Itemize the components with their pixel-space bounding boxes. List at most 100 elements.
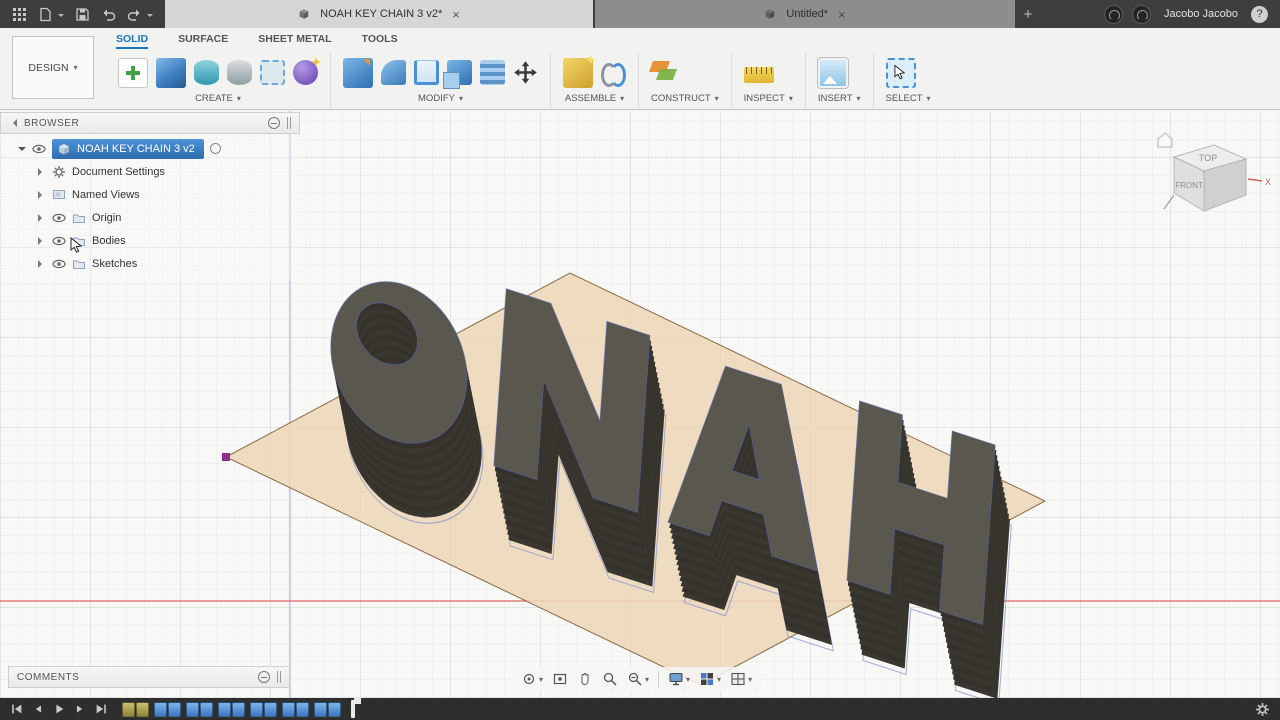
tree-row-root[interactable]: NOAH KEY CHAIN 3 v2 — [0, 137, 300, 160]
timeline-feature-extrude-icon[interactable] — [264, 701, 277, 717]
group-create-label[interactable]: CREATE ▾ — [118, 92, 318, 107]
panel-grip-icon[interactable] — [287, 117, 291, 129]
tab-solid[interactable]: SOLID — [116, 33, 149, 49]
collapse-panel-icon[interactable] — [9, 119, 17, 127]
redo-icon[interactable] — [127, 7, 142, 22]
redo-menu-caret-icon[interactable] — [147, 14, 153, 20]
root-component-pill[interactable]: NOAH KEY CHAIN 3 v2 — [52, 138, 204, 159]
job-status-icon[interactable] — [1104, 4, 1123, 24]
timeline-feature-extrude-icon[interactable] — [218, 701, 231, 717]
tab-close-icon[interactable]: × — [838, 7, 846, 22]
sketch-origin-point[interactable] — [222, 453, 230, 461]
tree-row-document-settings[interactable]: Document Settings — [0, 160, 300, 183]
timeline-feature-extrude-icon[interactable] — [328, 701, 341, 717]
create-cylinder-icon[interactable] — [194, 60, 219, 85]
file-menu-caret-icon[interactable] — [58, 14, 64, 20]
document-tab-active[interactable]: NOAH KEY CHAIN 3 v2* × — [165, 0, 593, 28]
offset-face-icon[interactable] — [480, 60, 505, 85]
group-select-label[interactable]: SELECT ▾ — [886, 92, 931, 107]
create-coil-icon[interactable] — [227, 60, 252, 85]
timeline-position-marker[interactable] — [351, 698, 361, 718]
pan-button[interactable] — [574, 669, 596, 689]
skip-to-end-button[interactable] — [94, 702, 108, 716]
new-component-icon[interactable] — [563, 57, 593, 88]
tab-surface[interactable]: SURFACE — [178, 33, 228, 49]
home-icon[interactable] — [1157, 132, 1173, 148]
timeline-feature-sketch-icon[interactable] — [122, 701, 135, 717]
timeline-feature-extrude-icon[interactable] — [282, 701, 295, 717]
zoom-button[interactable]: ▾ — [624, 669, 652, 689]
combine-icon[interactable] — [443, 60, 472, 89]
group-construct-label[interactable]: CONSTRUCT ▾ — [651, 92, 719, 107]
timeline-feature-extrude-icon[interactable] — [232, 701, 245, 717]
orbit-button[interactable]: ▾ — [518, 669, 546, 689]
tree-row-sketches[interactable]: Sketches — [0, 252, 300, 275]
3d-viewport[interactable]: TOP FRONT X BROWSER NOAH KEY CHAIN 3 v2 … — [0, 111, 1280, 698]
visibility-eye-icon[interactable] — [32, 142, 46, 156]
timeline-feature-extrude-icon[interactable] — [296, 701, 309, 717]
zoom-window-button[interactable] — [599, 669, 621, 689]
user-name[interactable]: Jacobo Jacobo — [1160, 8, 1242, 20]
notifications-icon[interactable] — [1132, 4, 1151, 24]
group-modify-label[interactable]: MODIFY ▾ — [343, 92, 538, 107]
timeline-feature-sketch-icon[interactable] — [136, 701, 149, 717]
tree-row-bodies[interactable]: Bodies — [0, 229, 300, 252]
grid-snaps-button[interactable]: ▾ — [696, 669, 724, 689]
tab-sheet-metal[interactable]: SHEET METAL — [258, 33, 331, 49]
tree-row-named-views[interactable]: Named Views — [0, 183, 300, 206]
timeline-feature-extrude-icon[interactable] — [200, 701, 213, 717]
timeline-feature-extrude-icon[interactable] — [186, 701, 199, 717]
tab-tools[interactable]: TOOLS — [362, 33, 398, 49]
viewports-button[interactable]: ▾ — [727, 669, 755, 689]
panel-grip-icon[interactable] — [277, 671, 281, 683]
step-forward-button[interactable] — [73, 702, 87, 716]
tab-close-icon[interactable]: × — [452, 7, 460, 22]
timeline-feature-extrude-icon[interactable] — [154, 701, 167, 717]
timeline-settings[interactable] — [1255, 702, 1270, 717]
construction-plane-icon[interactable] — [651, 58, 681, 88]
visibility-eye-icon[interactable] — [52, 257, 66, 271]
measure-icon[interactable] — [743, 67, 774, 83]
visibility-eye-icon[interactable] — [52, 211, 66, 225]
select-tool-icon[interactable] — [885, 57, 916, 88]
group-assemble-label[interactable]: ASSEMBLE ▾ — [563, 92, 626, 107]
activate-component-radio[interactable] — [209, 143, 221, 154]
document-tab-inactive[interactable]: Untitled* × — [595, 0, 1015, 28]
file-menu-icon[interactable] — [38, 7, 53, 22]
help-button[interactable]: ? — [1251, 5, 1268, 23]
collapse-caret-icon[interactable] — [38, 167, 46, 176]
timeline-track[interactable] — [122, 701, 346, 717]
collapse-caret-icon[interactable] — [38, 213, 46, 222]
shell-icon[interactable] — [414, 60, 439, 85]
timeline-feature-extrude-icon[interactable] — [250, 701, 263, 717]
display-settings-icon[interactable] — [268, 117, 280, 129]
move-copy-icon[interactable] — [513, 60, 538, 85]
collapse-caret-icon[interactable] — [38, 259, 46, 268]
app-grid-menu-icon[interactable] — [12, 7, 27, 22]
create-form-icon[interactable] — [293, 60, 318, 85]
collapse-caret-icon[interactable] — [38, 236, 46, 245]
workspace-switcher-button[interactable]: DESIGN ▾ — [12, 36, 94, 99]
tree-row-origin[interactable]: Origin — [0, 206, 300, 229]
press-pull-icon[interactable] — [343, 57, 373, 88]
add-comment-icon[interactable] — [258, 671, 270, 683]
timeline-feature-extrude-icon[interactable] — [168, 701, 181, 717]
group-insert-label[interactable]: INSERT ▾ — [818, 92, 861, 107]
create-derive-icon[interactable] — [260, 60, 285, 85]
skip-to-start-button[interactable] — [10, 702, 24, 716]
create-box-icon[interactable] — [156, 57, 186, 88]
group-inspect-label[interactable]: INSPECT ▾ — [744, 92, 793, 107]
collapse-caret-icon[interactable] — [38, 190, 46, 199]
visibility-eye-icon[interactable] — [52, 234, 66, 248]
display-settings-button[interactable]: ▾ — [665, 669, 693, 689]
comments-panel[interactable]: COMMENTS — [8, 666, 290, 688]
play-button[interactable] — [52, 702, 66, 716]
create-sketch-icon[interactable] — [118, 57, 148, 88]
step-back-button[interactable] — [31, 702, 45, 716]
new-tab-button[interactable]: + — [1015, 0, 1041, 28]
look-at-button[interactable] — [549, 669, 571, 689]
insert-canvas-icon[interactable] — [817, 57, 848, 88]
undo-icon[interactable] — [101, 7, 116, 22]
expand-caret-icon[interactable] — [18, 146, 26, 155]
view-cube[interactable]: TOP FRONT X — [1144, 123, 1274, 233]
